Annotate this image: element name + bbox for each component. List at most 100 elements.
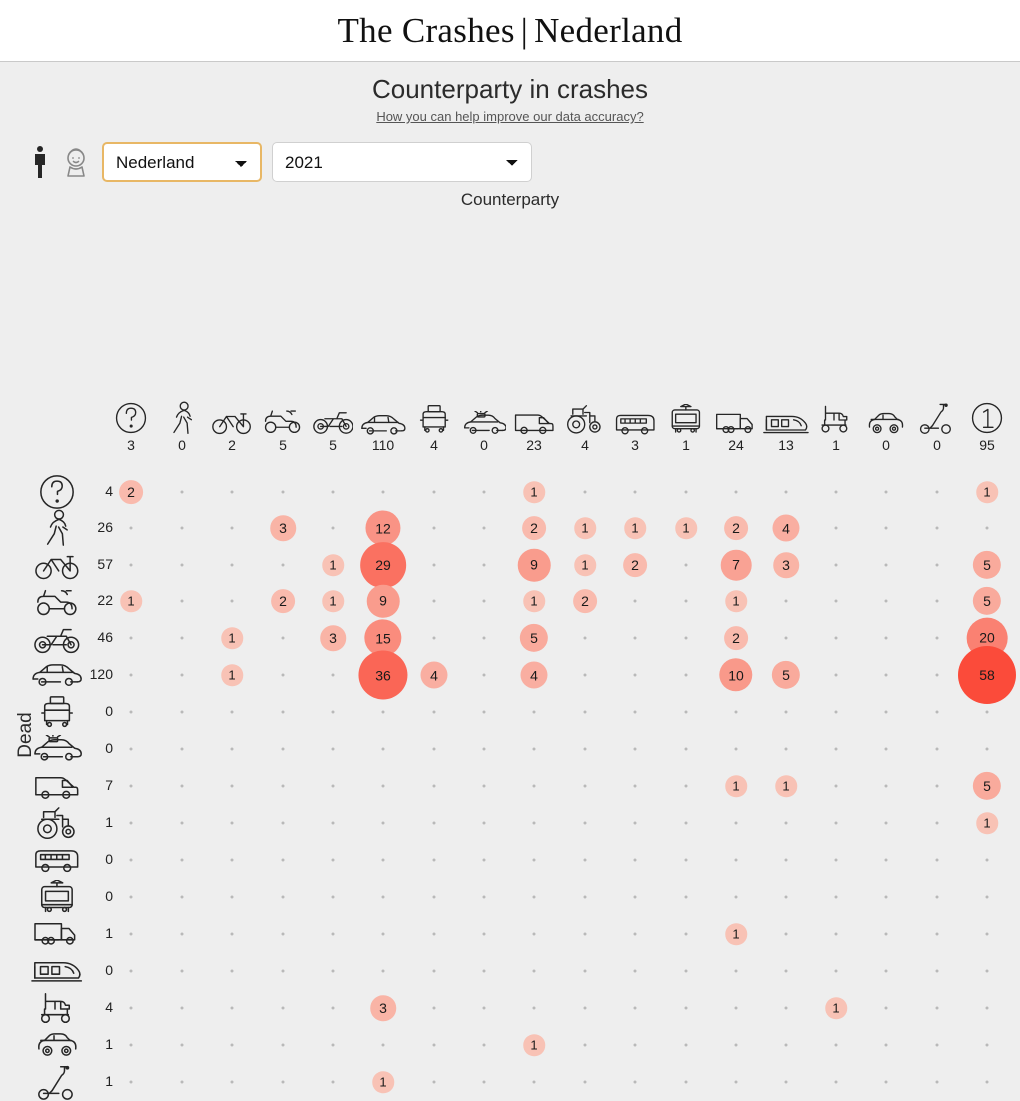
column-header-moped[interactable]: 5 bbox=[258, 397, 308, 453]
matrix-cell[interactable]: 1 bbox=[523, 590, 545, 612]
matrix-cell[interactable]: 4 bbox=[520, 661, 548, 689]
column-header-van[interactable]: 23 bbox=[509, 397, 559, 453]
country-select[interactable]: Nederland bbox=[102, 142, 262, 182]
matrix-cell bbox=[180, 1080, 184, 1084]
column-header-pedestrian[interactable]: 0 bbox=[157, 397, 207, 453]
matrix-cell[interactable]: 1 bbox=[725, 923, 747, 945]
matrix-cell[interactable]: 1 bbox=[322, 590, 344, 612]
matrix-cell[interactable]: 1 bbox=[523, 1034, 545, 1056]
empty-cell-dot bbox=[230, 858, 234, 862]
matrix-cell[interactable]: 1 bbox=[372, 1071, 394, 1093]
matrix-cell[interactable]: 4 bbox=[772, 514, 800, 542]
empty-cell-dot bbox=[432, 858, 436, 862]
column-header-bicycle[interactable]: 2 bbox=[207, 397, 257, 453]
matrix-cell[interactable]: 1 bbox=[976, 481, 998, 503]
matrix-cell bbox=[129, 932, 133, 936]
matrix-cell[interactable]: 5 bbox=[972, 771, 1002, 801]
controls-bar: Nederland 2021 bbox=[0, 126, 1020, 184]
matrix-cell[interactable]: 3 bbox=[270, 515, 296, 541]
column-header-tractor[interactable]: 4 bbox=[560, 397, 610, 453]
matrix-cell[interactable]: 9 bbox=[366, 584, 400, 618]
matrix-cell bbox=[230, 1006, 234, 1010]
matrix-cell bbox=[583, 932, 587, 936]
child-face-icon[interactable] bbox=[58, 140, 94, 184]
matrix-cell bbox=[633, 821, 637, 825]
empty-cell-dot bbox=[482, 599, 486, 603]
matrix-cell[interactable]: 36 bbox=[358, 650, 408, 700]
empty-cell-dot bbox=[331, 710, 335, 714]
column-header-tram[interactable]: 1 bbox=[661, 397, 711, 453]
matrix-cell bbox=[331, 969, 335, 973]
matrix-cell[interactable]: 1 bbox=[675, 517, 697, 539]
column-header-motorcycle[interactable]: 5 bbox=[308, 397, 358, 453]
matrix-cell[interactable]: 1 bbox=[574, 554, 596, 576]
matrix-cell bbox=[129, 1006, 133, 1010]
empty-cell-dot bbox=[985, 1080, 989, 1084]
column-header-bus[interactable]: 3 bbox=[610, 397, 660, 453]
column-header-unknown[interactable]: 3 bbox=[106, 397, 156, 453]
empty-cell-dot bbox=[230, 710, 234, 714]
matrix-cell[interactable]: 12 bbox=[365, 510, 401, 546]
matrix-cell[interactable]: 1 bbox=[976, 812, 998, 834]
column-header-taxi[interactable]: 4 bbox=[409, 397, 459, 453]
matrix-cell bbox=[784, 599, 788, 603]
matrix-cell[interactable]: 1 bbox=[725, 590, 747, 612]
matrix-cell[interactable]: 1 bbox=[221, 664, 243, 686]
matrix-cell[interactable]: 2 bbox=[522, 516, 546, 540]
matrix-cell[interactable]: 2 bbox=[724, 626, 748, 650]
matrix-cell[interactable]: 2 bbox=[271, 589, 295, 613]
column-header-truck[interactable]: 24 bbox=[711, 397, 761, 453]
matrix-cell[interactable]: 4 bbox=[420, 661, 448, 689]
column-header-mobility-scooter[interactable]: 1 bbox=[811, 397, 861, 453]
column-header-single-vehicle[interactable]: 95 bbox=[962, 397, 1012, 453]
matrix-cell[interactable]: 10 bbox=[719, 658, 753, 692]
matrix-cell[interactable]: 1 bbox=[574, 517, 596, 539]
matrix-cell[interactable]: 1 bbox=[120, 590, 142, 612]
matrix-cell[interactable]: 1 bbox=[624, 517, 646, 539]
matrix-cell[interactable]: 5 bbox=[519, 623, 549, 653]
column-header-train[interactable]: 13 bbox=[761, 397, 811, 453]
adult-person-icon[interactable] bbox=[22, 140, 58, 184]
empty-cell-dot bbox=[784, 599, 788, 603]
column-header-police-car[interactable]: 0 bbox=[459, 397, 509, 453]
matrix-cell[interactable]: 2 bbox=[724, 516, 748, 540]
row-total: 7 bbox=[105, 777, 113, 793]
matrix-cell[interactable]: 2 bbox=[119, 480, 143, 504]
cell-bubble: 1 bbox=[574, 554, 596, 576]
matrix-cell[interactable]: 5 bbox=[972, 550, 1002, 580]
year-select[interactable]: 2021 bbox=[272, 142, 532, 182]
matrix-cell bbox=[180, 490, 184, 494]
matrix-cell[interactable]: 1 bbox=[322, 554, 344, 576]
empty-cell-dot bbox=[734, 858, 738, 862]
cell-bubble: 3 bbox=[773, 552, 799, 578]
empty-cell-dot bbox=[834, 1043, 838, 1047]
matrix-cell[interactable]: 1 bbox=[221, 627, 243, 649]
empty-cell-dot bbox=[935, 784, 939, 788]
matrix-cell[interactable]: 5 bbox=[972, 586, 1002, 616]
empty-cell-dot bbox=[884, 490, 888, 494]
matrix-cell[interactable]: 1 bbox=[523, 481, 545, 503]
matrix-cell[interactable]: 3 bbox=[320, 625, 346, 651]
column-header-e-scooter[interactable]: 0 bbox=[912, 397, 962, 453]
matrix-cell[interactable]: 3 bbox=[773, 552, 799, 578]
column-header-microcar[interactable]: 0 bbox=[861, 397, 911, 453]
matrix-cell[interactable]: 3 bbox=[370, 995, 396, 1021]
empty-cell-dot bbox=[583, 490, 587, 494]
matrix-cell[interactable]: 1 bbox=[725, 775, 747, 797]
cell-bubble: 9 bbox=[366, 584, 400, 618]
matrix-cell[interactable]: 5 bbox=[771, 660, 801, 690]
matrix-cell[interactable]: 9 bbox=[517, 548, 551, 582]
data-accuracy-link[interactable]: How you can help improve our data accura… bbox=[376, 109, 643, 124]
matrix-cell[interactable]: 2 bbox=[623, 553, 647, 577]
x-axis-label: Counterparty bbox=[460, 190, 560, 209]
matrix-cell[interactable]: 2 bbox=[573, 589, 597, 613]
matrix-cell[interactable]: 29 bbox=[360, 542, 406, 588]
matrix-cell[interactable]: 7 bbox=[720, 549, 752, 581]
matrix-cell[interactable]: 1 bbox=[825, 997, 847, 1019]
matrix-cell[interactable]: 58 bbox=[958, 646, 1016, 704]
matrix-cell[interactable]: 1 bbox=[775, 775, 797, 797]
matrix-cell bbox=[281, 490, 285, 494]
column-header-car[interactable]: 110 bbox=[358, 397, 408, 453]
empty-cell-dot bbox=[784, 932, 788, 936]
matrix-cell bbox=[834, 673, 838, 677]
